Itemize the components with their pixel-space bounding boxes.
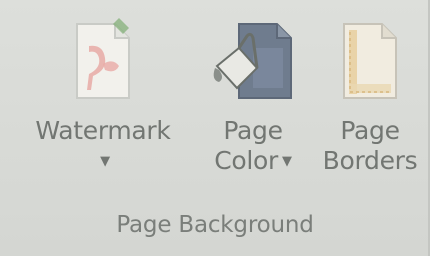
page-color-label-line2: Color ▼ — [214, 146, 292, 175]
watermark-dropdown-icon[interactable]: ▼ — [96, 146, 110, 177]
paint-bucket-icon — [209, 18, 297, 108]
page-borders-icon — [334, 18, 406, 108]
page-borders-button[interactable]: Page Borders — [310, 18, 430, 176]
page-color-button[interactable]: Page Color ▼ — [193, 18, 313, 177]
page-color-dropdown-icon[interactable]: ▼ — [282, 154, 292, 169]
page-borders-label-line1: Page — [340, 116, 400, 145]
group-label: Page Background — [116, 212, 314, 238]
page-background-group: Watermark ▼ Page Color ▼ Page Borders Pa… — [0, 0, 430, 256]
watermark-label: Watermark — [35, 116, 171, 145]
page-borders-label-line2: Borders — [322, 146, 418, 175]
watermark-button[interactable]: Watermark ▼ — [18, 18, 188, 177]
watermark-icon — [67, 18, 139, 108]
page-color-label-line1: Page — [223, 116, 283, 145]
